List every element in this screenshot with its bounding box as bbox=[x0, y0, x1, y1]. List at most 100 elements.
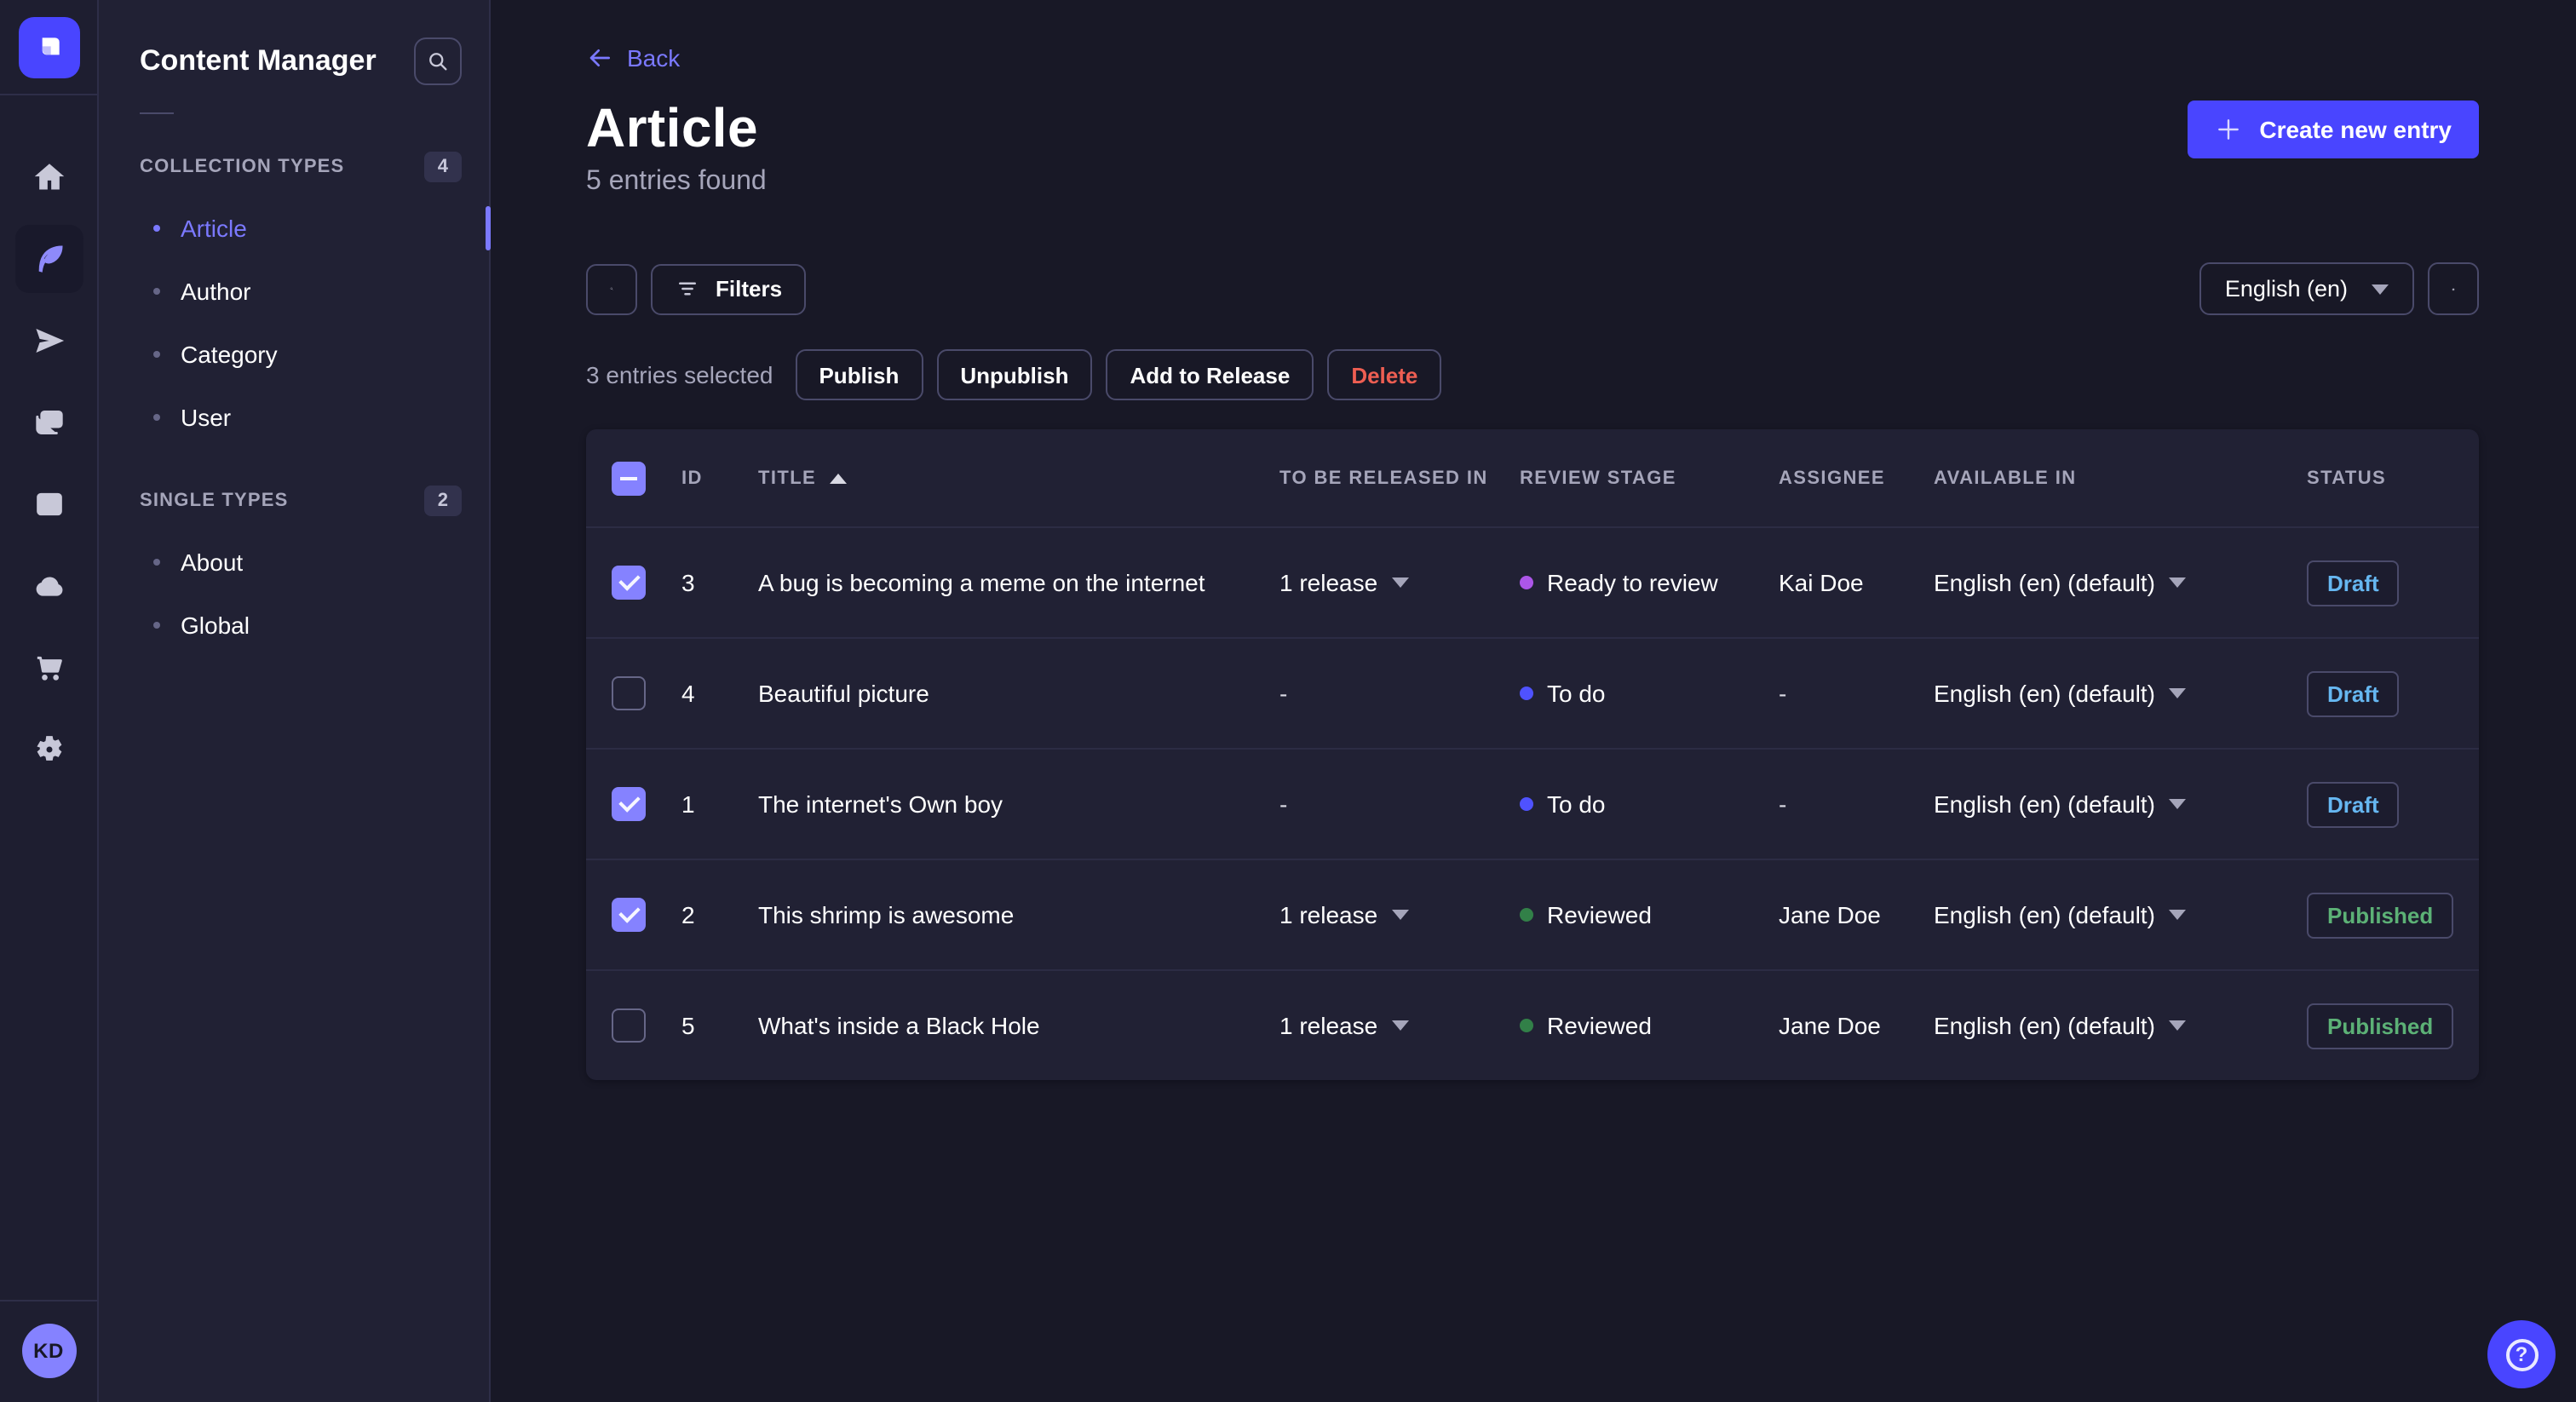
row-assignee: Jane Doe bbox=[1779, 1012, 1881, 1039]
bullet-icon bbox=[153, 287, 160, 294]
sidebar-search-button[interactable] bbox=[414, 37, 462, 85]
row-checkbox[interactable] bbox=[612, 787, 646, 821]
sidebar-item-global[interactable]: Global bbox=[99, 593, 489, 656]
row-locale-dropdown[interactable]: English (en) (default) bbox=[1934, 1012, 2307, 1039]
media-library-icon[interactable] bbox=[14, 388, 83, 457]
sidebar-item-label: Category bbox=[181, 340, 278, 367]
column-header-id[interactable]: ID bbox=[681, 468, 758, 488]
stage-dot-icon bbox=[1520, 576, 1533, 589]
arrow-left-icon bbox=[589, 49, 610, 66]
publish-button[interactable]: Publish bbox=[795, 349, 923, 400]
deploy-cloud-icon[interactable] bbox=[14, 552, 83, 620]
create-new-entry-button[interactable]: Create new entry bbox=[2188, 100, 2479, 158]
table-row[interactable]: 5 What's inside a Black Hole 1 release Revi… bbox=[586, 969, 2479, 1080]
table-row[interactable]: 3 A bug is becoming a meme on the interne… bbox=[586, 526, 2479, 637]
column-header-assignee[interactable]: ASSIGNEE bbox=[1779, 468, 1934, 488]
table-header-row: ID TITLE TO BE RELEASED IN REVIEW STAGE … bbox=[586, 429, 2479, 526]
content-manager-icon[interactable] bbox=[14, 225, 83, 293]
sidebar-item-category[interactable]: Category bbox=[99, 322, 489, 385]
collection-types-label: COLLECTION TYPES bbox=[140, 157, 345, 177]
bullet-icon bbox=[153, 621, 160, 628]
add-to-release-button[interactable]: Add to Release bbox=[1106, 349, 1314, 400]
row-release: - bbox=[1279, 790, 1288, 818]
view-settings-button[interactable] bbox=[2428, 262, 2479, 315]
row-release-dropdown[interactable]: 1 release bbox=[1279, 569, 1520, 596]
app-window: KD Content Manager COLLECTION TYPES 4 Ar… bbox=[0, 0, 2576, 1402]
column-header-status[interactable]: STATUS bbox=[2307, 468, 2479, 488]
column-header-title[interactable]: TITLE bbox=[758, 468, 1279, 488]
row-id: 3 bbox=[681, 569, 695, 596]
collection-types-count-badge: 4 bbox=[423, 152, 462, 182]
delete-button[interactable]: Delete bbox=[1327, 349, 1442, 400]
select-all-checkbox[interactable] bbox=[612, 461, 646, 495]
row-locale-dropdown[interactable]: English (en) (default) bbox=[1934, 901, 2307, 928]
filters-button[interactable]: Filters bbox=[651, 263, 807, 314]
row-id: 5 bbox=[681, 1012, 695, 1039]
row-release: - bbox=[1279, 680, 1288, 707]
row-title: This shrimp is awesome bbox=[758, 901, 1015, 928]
row-status: Draft bbox=[2307, 781, 2479, 827]
row-locale-dropdown[interactable]: English (en) (default) bbox=[1934, 680, 2307, 707]
column-header-available[interactable]: AVAILABLE IN bbox=[1934, 468, 2307, 488]
home-icon[interactable] bbox=[14, 143, 83, 211]
chevron-down-icon bbox=[1391, 1020, 1409, 1031]
sidebar-item-label: About bbox=[181, 548, 244, 575]
row-id: 1 bbox=[681, 790, 695, 818]
bullet-icon bbox=[153, 224, 160, 231]
chevron-down-icon bbox=[2168, 688, 2186, 698]
rail-footer: KD bbox=[0, 1300, 97, 1402]
bullet-icon bbox=[153, 350, 160, 357]
row-assignee: Jane Doe bbox=[1779, 901, 1881, 928]
chevron-down-icon bbox=[2168, 910, 2186, 920]
column-header-stage[interactable]: REVIEW STAGE bbox=[1520, 468, 1779, 488]
single-types-label: SINGLE TYPES bbox=[140, 491, 289, 511]
search-entries-button[interactable] bbox=[586, 263, 637, 314]
settings-gear-icon[interactable] bbox=[14, 715, 83, 784]
sidebar-item-author[interactable]: Author bbox=[99, 259, 489, 322]
chevron-down-icon bbox=[1391, 577, 1409, 588]
strapi-logo[interactable] bbox=[18, 16, 79, 78]
row-status: Published bbox=[2307, 892, 2479, 938]
row-title: A bug is becoming a meme on the internet bbox=[758, 569, 1205, 596]
status-badge: Draft bbox=[2307, 560, 2400, 606]
table-row[interactable]: 1 The internet's Own boy - To do - English (e… bbox=[586, 748, 2479, 859]
sidebar-item-user[interactable]: User bbox=[99, 385, 489, 448]
column-header-release[interactable]: TO BE RELEASED IN bbox=[1279, 468, 1520, 488]
sidebar-item-label: Author bbox=[181, 277, 251, 304]
back-link[interactable]: Back bbox=[586, 44, 680, 72]
row-review-stage: Reviewed bbox=[1520, 1012, 1779, 1039]
marketplace-cart-icon[interactable] bbox=[14, 634, 83, 702]
unpublish-button[interactable]: Unpublish bbox=[936, 349, 1093, 400]
single-types-count-badge: 2 bbox=[423, 486, 462, 516]
user-avatar[interactable]: KD bbox=[21, 1324, 76, 1378]
sort-ascending-icon bbox=[830, 473, 848, 483]
stage-dot-icon bbox=[1520, 1019, 1533, 1032]
row-id: 4 bbox=[681, 680, 695, 707]
single-types-section: SINGLE TYPES 2 About Global bbox=[99, 486, 489, 656]
table-row[interactable]: 4 Beautiful picture - To do - English (en) (d… bbox=[586, 637, 2479, 748]
row-status: Published bbox=[2307, 1003, 2479, 1049]
row-review-stage: To do bbox=[1520, 790, 1779, 818]
filter-icon bbox=[679, 282, 696, 296]
help-button[interactable]: ? bbox=[2487, 1320, 2556, 1388]
table-row[interactable]: 2 This shrimp is awesome 1 release Reviewed… bbox=[586, 859, 2479, 969]
sidebar-item-about[interactable]: About bbox=[99, 530, 489, 593]
row-locale-dropdown[interactable]: English (en) (default) bbox=[1934, 790, 2307, 818]
row-review-stage: Reviewed bbox=[1520, 901, 1779, 928]
row-release-dropdown[interactable]: 1 release bbox=[1279, 901, 1520, 928]
content-type-builder-icon[interactable] bbox=[14, 470, 83, 538]
stage-dot-icon bbox=[1520, 797, 1533, 811]
row-checkbox[interactable] bbox=[612, 676, 646, 710]
rail-logo-area bbox=[0, 0, 97, 95]
row-release-dropdown[interactable]: 1 release bbox=[1279, 1012, 1520, 1039]
releases-icon[interactable] bbox=[14, 307, 83, 375]
sidebar-item-article[interactable]: Article bbox=[99, 196, 491, 259]
entries-count-text: 5 entries found bbox=[586, 167, 767, 196]
entries-table: ID TITLE TO BE RELEASED IN REVIEW STAGE … bbox=[586, 429, 2479, 1080]
row-locale-dropdown[interactable]: English (en) (default) bbox=[1934, 569, 2307, 596]
locale-select[interactable]: English (en) bbox=[2199, 262, 2414, 315]
row-checkbox[interactable] bbox=[612, 898, 646, 932]
row-checkbox[interactable] bbox=[612, 566, 646, 600]
row-assignee: Kai Doe bbox=[1779, 569, 1864, 596]
row-checkbox[interactable] bbox=[612, 1008, 646, 1043]
